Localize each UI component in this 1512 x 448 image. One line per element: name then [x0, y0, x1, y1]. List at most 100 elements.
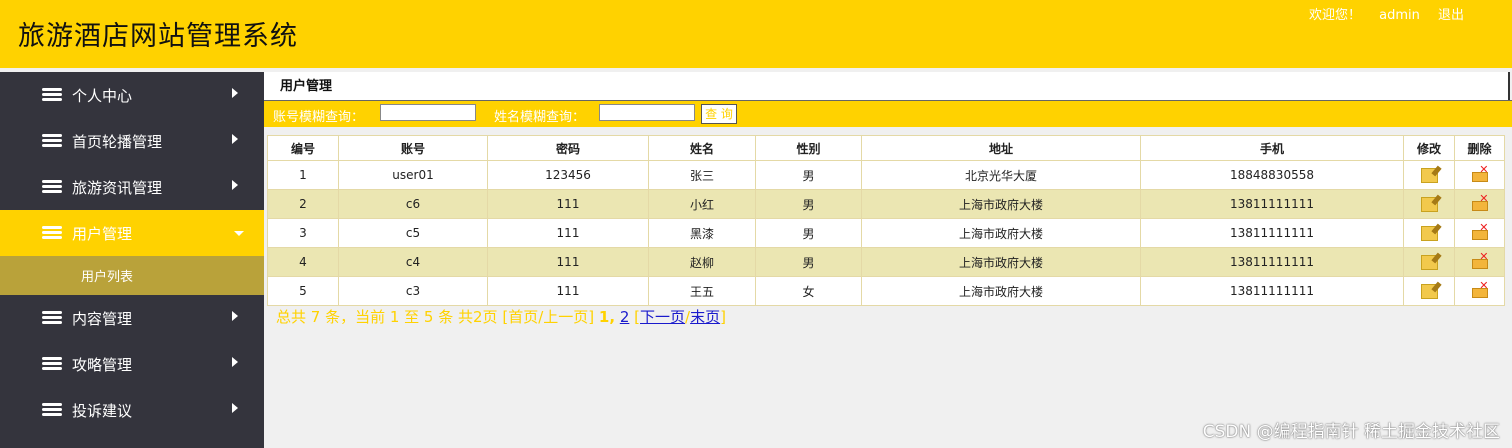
table-cell: 小红: [648, 189, 756, 219]
first-prev-link[interactable]: [首页/上一页]: [502, 308, 594, 326]
sidebar-item-label: 首页轮播管理: [72, 132, 163, 151]
delete-icon[interactable]: ✕: [1471, 280, 1489, 299]
menu-icon: [42, 403, 62, 417]
page-title: 用户管理: [264, 72, 1510, 100]
edit-icon[interactable]: [1420, 196, 1438, 212]
sidebar-item-label: 个人中心: [72, 86, 133, 105]
search-button[interactable]: 查 询: [701, 104, 737, 124]
sidebar-item-label: 用户管理: [72, 224, 133, 243]
table-cell: 3: [267, 218, 339, 248]
sidebar-item-news[interactable]: 旅游资讯管理: [0, 164, 264, 210]
table-cell: 111: [487, 276, 649, 306]
name-search-label: 姓名模糊查询：: [494, 110, 586, 125]
watermark: CSDN @编程指南针 稀土掘金技术社区: [1202, 422, 1500, 442]
next-page-link[interactable]: 下一页: [640, 308, 685, 326]
column-header: 密码: [487, 135, 649, 161]
table-cell: 1: [267, 160, 339, 190]
table-cell: 13811111111: [1140, 247, 1404, 277]
table-cell: 男: [755, 218, 862, 248]
sidebar-item-carousel[interactable]: 首页轮播管理: [0, 118, 264, 164]
table-cell: c3: [338, 276, 488, 306]
delete-icon[interactable]: ✕: [1471, 222, 1489, 241]
chevron-right-icon: [232, 311, 238, 321]
table-row: 4 c4 111 赵柳 男 上海市政府大楼 13811111111 ✕: [267, 247, 1505, 277]
search-bar: 账号模糊查询： 姓名模糊查询： 查 询: [264, 100, 1512, 127]
table-row: 2 c6 111 小红 男 上海市政府大楼 13811111111 ✕: [267, 189, 1505, 219]
table-cell: 赵柳: [648, 247, 756, 277]
table-cell: 上海市政府大楼: [861, 276, 1141, 306]
edit-icon[interactable]: [1420, 167, 1438, 183]
sidebar-item-profile[interactable]: 个人中心: [0, 72, 264, 118]
table-header-row: 编号 账号 密码 姓名 性别 地址 手机 修改 删除: [267, 135, 1505, 161]
table-row: 3 c5 111 黑漆 男 上海市政府大楼 13811111111 ✕: [267, 218, 1505, 248]
menu-icon: [42, 88, 62, 102]
table-cell: 张三: [648, 160, 756, 190]
table-cell: 上海市政府大楼: [861, 247, 1141, 277]
sidebar-item-complaints[interactable]: 投诉建议: [0, 387, 264, 433]
delete-icon[interactable]: ✕: [1471, 193, 1489, 212]
delete-cell: ✕: [1454, 189, 1505, 219]
table-cell: 上海市政府大楼: [861, 218, 1141, 248]
table-cell: 上海市政府大楼: [861, 189, 1141, 219]
user-table: 编号 账号 密码 姓名 性别 地址 手机 修改 删除 1 user01 1234…: [267, 135, 1505, 306]
chevron-right-icon: [232, 357, 238, 367]
delete-icon[interactable]: ✕: [1471, 251, 1489, 270]
column-header: 手机: [1140, 135, 1404, 161]
pagination: 总共 7 条，当前 1 至 5 条 共2页 [首页/上一页] 1, 2 [下一页…: [276, 306, 726, 327]
table-cell: c4: [338, 247, 488, 277]
table-row: 1 user01 123456 张三 男 北京光华大厦 18848830558 …: [267, 160, 1505, 190]
edit-icon[interactable]: [1420, 225, 1438, 241]
menu-icon: [42, 134, 62, 148]
logout-link[interactable]: 退出: [1438, 8, 1464, 23]
chevron-right-icon: [232, 403, 238, 413]
name-search-input[interactable]: [599, 104, 695, 121]
table-cell: 13811111111: [1140, 189, 1404, 219]
table-cell: 黑漆: [648, 218, 756, 248]
column-header: 姓名: [648, 135, 756, 161]
chevron-right-icon: [232, 134, 238, 144]
menu-icon: [42, 357, 62, 371]
main-content: 用户管理 账号模糊查询： 姓名模糊查询： 查 询 编号 账号 密码 姓名 性别 …: [264, 72, 1512, 448]
top-nav: 欢迎您！ admin 退出: [1295, 4, 1464, 23]
welcome-text: 欢迎您！: [1308, 8, 1361, 23]
delete-cell: ✕: [1454, 247, 1505, 277]
user-link[interactable]: admin: [1379, 8, 1420, 23]
table-cell: 13811111111: [1140, 218, 1404, 248]
delete-cell: ✕: [1454, 218, 1505, 248]
table-cell: 123456: [487, 160, 649, 190]
table-row: 5 c3 111 王五 女 上海市政府大楼 13811111111 ✕: [267, 276, 1505, 306]
delete-icon[interactable]: ✕: [1471, 164, 1489, 183]
sidebar-item-label: 内容管理: [72, 309, 133, 328]
table-cell: 女: [755, 276, 862, 306]
table-cell: 男: [755, 160, 862, 190]
table-cell: 2: [267, 189, 339, 219]
delete-cell: ✕: [1454, 276, 1505, 306]
page-2-link[interactable]: 2: [620, 308, 630, 326]
sidebar-item-content[interactable]: 内容管理: [0, 295, 264, 341]
account-search-label: 账号模糊查询：: [273, 110, 365, 125]
edit-cell: [1403, 160, 1455, 190]
column-header: 删除: [1454, 135, 1505, 161]
table-cell: 4: [267, 247, 339, 277]
table-cell: 13811111111: [1140, 276, 1404, 306]
pagination-summary: 总共 7 条，当前 1 至 5 条 共2页: [276, 308, 498, 326]
sidebar-subitem-user-list[interactable]: 用户列表: [0, 256, 264, 295]
column-header: 账号: [338, 135, 488, 161]
edit-icon[interactable]: [1420, 283, 1438, 299]
chevron-down-icon: [234, 231, 244, 236]
last-page-link[interactable]: 末页: [690, 308, 720, 326]
column-header: 编号: [267, 135, 339, 161]
sidebar-item-users[interactable]: 用户管理: [0, 210, 264, 256]
menu-icon: [42, 226, 62, 240]
table-cell: 18848830558: [1140, 160, 1404, 190]
sidebar-item-label: 攻略管理: [72, 355, 133, 374]
current-page: 1,: [598, 308, 616, 326]
account-search-input[interactable]: [380, 104, 476, 121]
table-cell: 男: [755, 247, 862, 277]
chevron-right-icon: [232, 88, 238, 98]
sidebar-item-guides[interactable]: 攻略管理: [0, 341, 264, 387]
table-cell: 男: [755, 189, 862, 219]
column-header: 性别: [755, 135, 862, 161]
edit-icon[interactable]: [1420, 254, 1438, 270]
table-cell: user01: [338, 160, 488, 190]
